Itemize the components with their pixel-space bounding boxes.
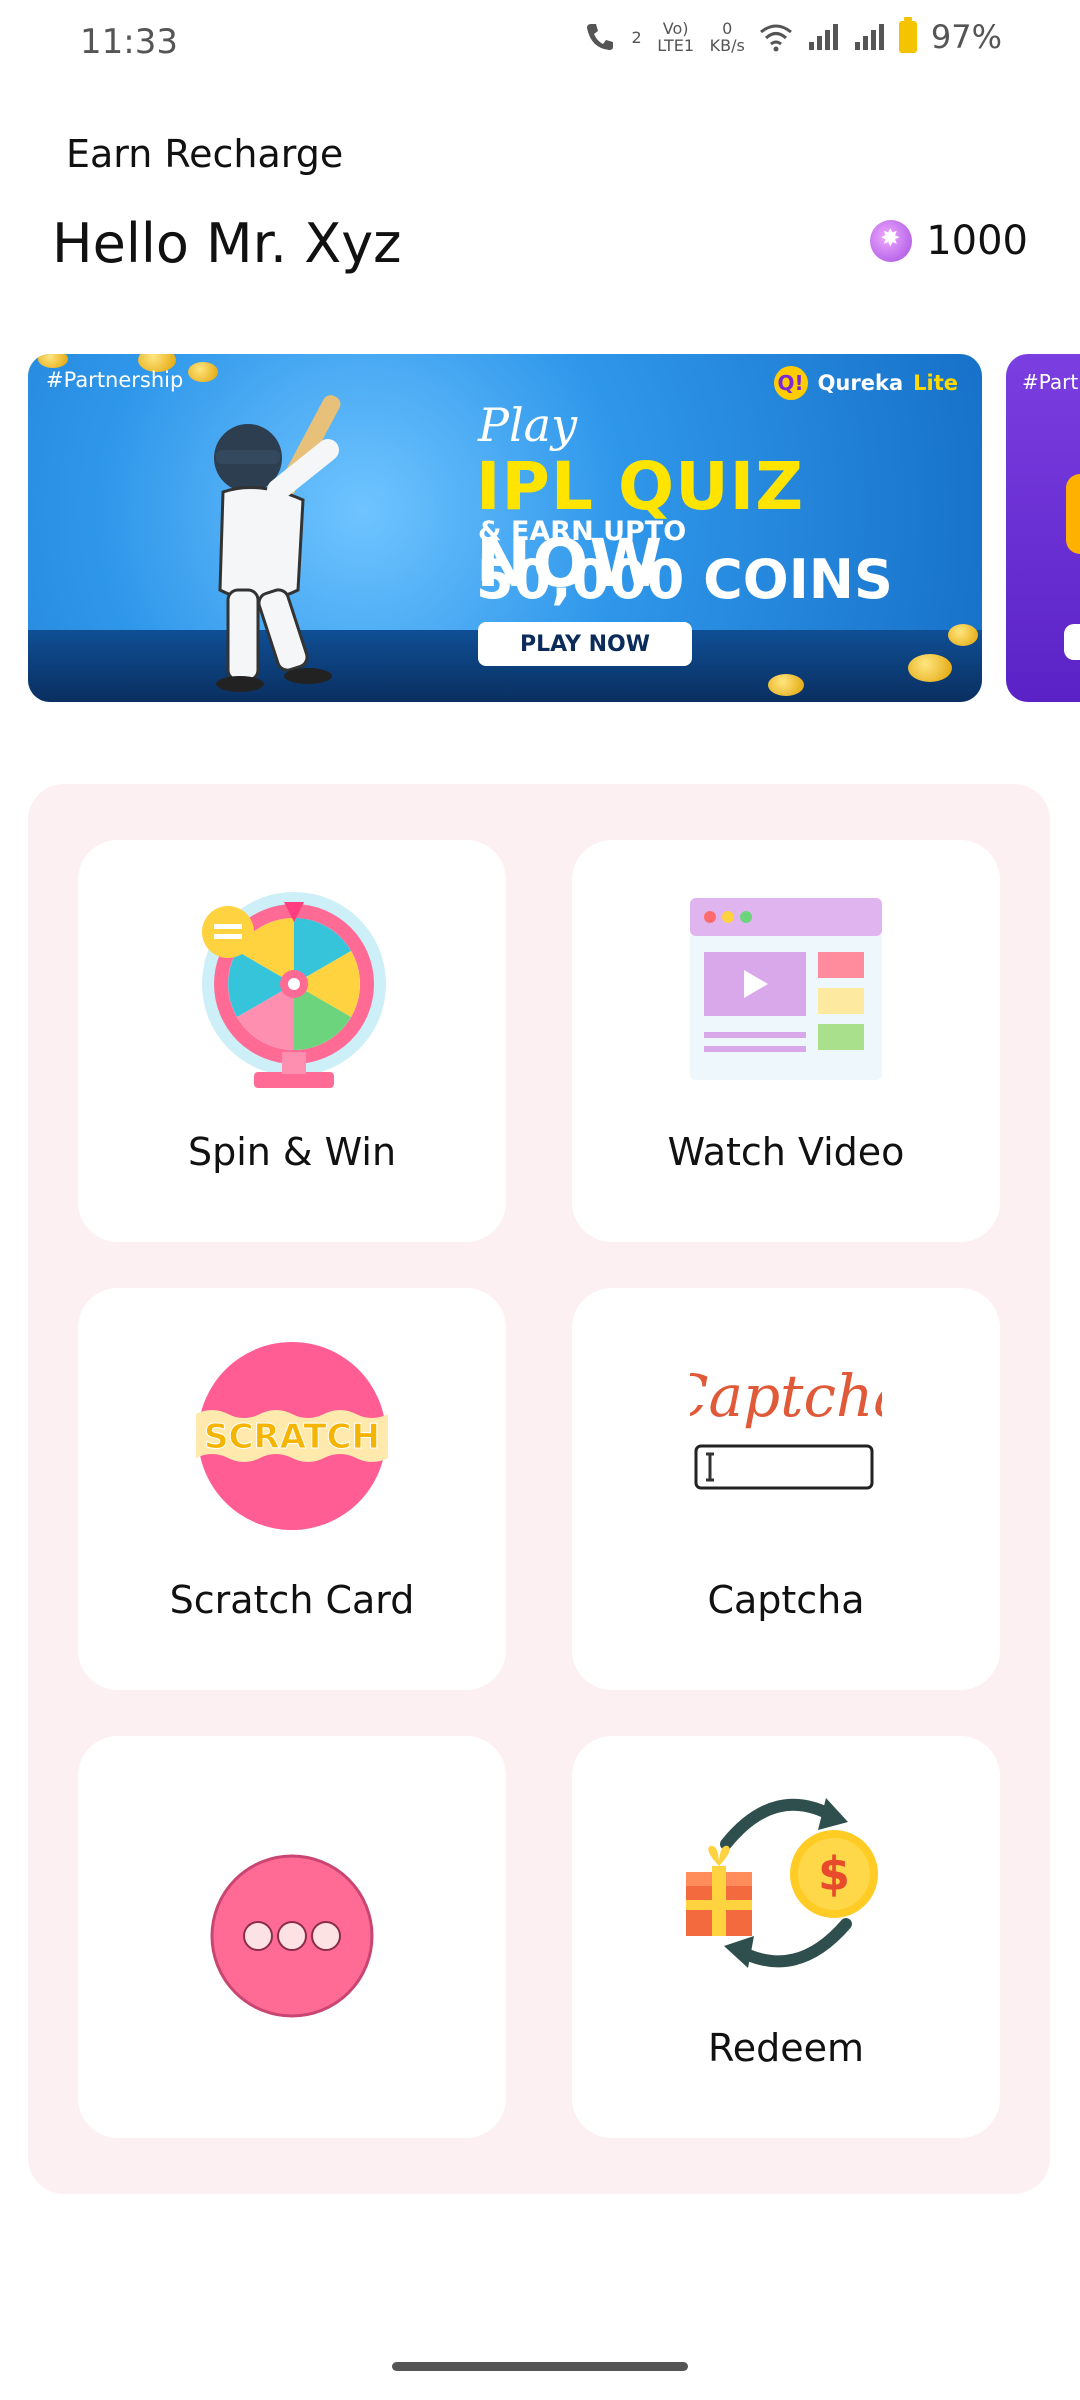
scratch-card-card[interactable]: SCRATCH Scratch Card	[78, 1288, 506, 1690]
home-gesture-bar[interactable]	[392, 2362, 688, 2371]
redeem-label: Redeem	[708, 2026, 864, 2070]
wifi-icon	[759, 24, 792, 52]
scratch-card-icon: SCRATCH	[196, 1342, 388, 1530]
coin-balance[interactable]: 1000	[870, 218, 1028, 264]
banner-next-art	[1066, 474, 1080, 554]
battery-percent: 97%	[930, 18, 1002, 56]
captcha-label: Captcha	[707, 1578, 865, 1622]
banner-brand: Q! Qureka Lite	[773, 366, 958, 400]
app-title: Earn Recharge	[66, 132, 344, 176]
banner-amount: 50,000 COINS	[476, 548, 893, 611]
headline-a: IPL QUIZ	[476, 448, 805, 525]
captcha-icon-text: Captcha	[690, 1362, 882, 1430]
banner-next-tag: #Partr	[1022, 370, 1080, 394]
scratch-card-label: Scratch Card	[169, 1578, 415, 1622]
watch-video-label: Watch Video	[667, 1130, 905, 1174]
redeem-exchange-icon: $	[686, 1798, 878, 1968]
status-bar: 11:33 2 Vo) LTE1 0 KB/s 97%	[0, 0, 1080, 90]
speed-unit: KB/s	[709, 36, 745, 55]
svg-text:$: $	[818, 1847, 850, 1901]
call-icon	[587, 24, 614, 50]
brand-suffix: Lite	[913, 371, 958, 395]
redeem-card[interactable]: $ Redeem	[572, 1736, 1000, 2138]
coin-decoration	[768, 674, 804, 696]
captcha-card[interactable]: Captcha Captcha	[572, 1288, 1000, 1690]
speed-value: 0	[722, 19, 733, 38]
promo-banner[interactable]: #Partnership Q! Qureka Lite Play IPL QUI…	[28, 354, 982, 702]
volte-indicator: Vo) LTE1	[657, 19, 695, 55]
battery-icon	[898, 17, 917, 53]
brand-name: Qureka	[817, 371, 904, 395]
play-now-button[interactable]: PLAY NOW	[478, 622, 692, 666]
scratch-icon-text: SCRATCH	[204, 1417, 380, 1457]
earn-options-panel: Spin & Win Watch Video SCRATCH Scratch C…	[28, 784, 1050, 2194]
captcha-icon: Captcha	[690, 1362, 882, 1490]
qureka-logo-icon: Q!	[773, 366, 808, 400]
spin-win-label: Spin & Win	[187, 1130, 397, 1174]
spin-wheel-icon	[202, 892, 386, 1088]
speed-indicator: 0 KB/s	[710, 20, 745, 54]
coin-decoration	[38, 354, 68, 368]
coin-decoration	[948, 624, 978, 646]
cricketer-illustration	[214, 395, 341, 692]
spin-win-card[interactable]: Spin & Win	[78, 840, 506, 1242]
banner-subline: & EARN UPTO	[478, 516, 687, 547]
signal-icon-2	[854, 24, 884, 50]
banner-next-button	[1064, 624, 1080, 660]
status-time: 11:33	[80, 22, 178, 62]
status-icons: 2 Vo) LTE1 0 KB/s 97%	[583, 17, 1002, 56]
greeting-text: Hello Mr. Xyz	[52, 212, 402, 275]
coin-decoration	[908, 654, 952, 682]
coin-balance-value: 1000	[926, 218, 1028, 264]
watch-video-card[interactable]: Watch Video	[572, 840, 1000, 1242]
network-sup: 2	[631, 27, 642, 47]
promo-banner-next[interactable]: #Partr	[1006, 354, 1080, 702]
more-card[interactable]	[78, 1736, 506, 2138]
more-icon	[210, 1854, 374, 2018]
banner-play-text: Play	[478, 398, 578, 452]
coin-decoration	[188, 362, 218, 382]
video-player-icon	[690, 898, 882, 1080]
coin-icon	[870, 220, 913, 262]
signal-icon-1	[808, 24, 838, 50]
